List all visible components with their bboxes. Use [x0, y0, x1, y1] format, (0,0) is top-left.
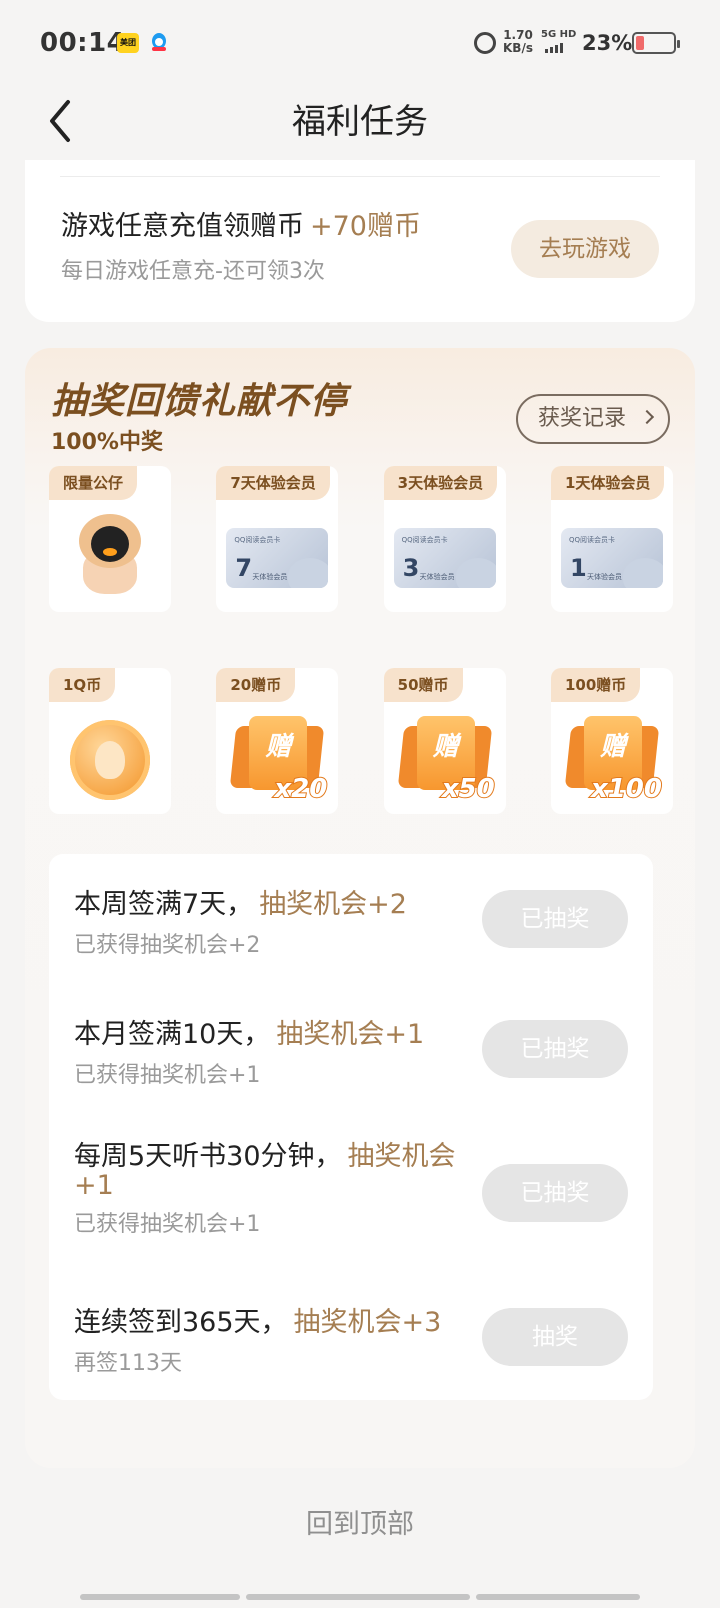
meituan-app-icon: 美团	[117, 33, 139, 53]
prize-item: 3天体验会员 QQ阅读会员卡 3 天体验会员	[383, 466, 506, 612]
prize-record-button[interactable]: 获奖记录	[516, 394, 670, 444]
gift-amount: x100	[590, 773, 663, 805]
vip-card-icon: QQ阅读会员卡 7 天体验会员	[226, 528, 329, 588]
prize-tag: 限量公仔	[49, 466, 138, 500]
lottery-task-list: 本周签满7天， 抽奖机会+2 已获得抽奖机会+2 已抽奖 本月签满10天， 抽奖机会…	[49, 854, 653, 1400]
qq-coin-icon	[70, 720, 150, 800]
page-title: 福利任务	[292, 102, 428, 142]
divider	[60, 176, 660, 177]
speed-unit: KB/s	[503, 41, 533, 55]
back-to-top-link[interactable]: 回到顶部	[0, 1502, 720, 1541]
task-title-text: 本月签满10天，	[74, 1019, 271, 1050]
card-subtitle: 天体验会员	[252, 573, 288, 581]
drawn-button[interactable]: 已抽奖	[482, 1020, 628, 1078]
task-title: 每周5天听书30分钟， 抽奖机会+1	[74, 1142, 474, 1200]
prize-item: 限量公仔	[49, 466, 171, 612]
prize-record-label: 获奖记录	[538, 406, 627, 431]
card-subtitle: 天体验会员	[586, 573, 622, 581]
list-item: 本月签满10天， 抽奖机会+1 已获得抽奖机会+1 已抽奖	[74, 1012, 628, 1088]
card-header: QQ阅读会员卡	[234, 536, 281, 544]
home-indicator	[246, 1594, 470, 1600]
status-bar: 00:14 美团 1.70 KB/s 5G HD 23%	[0, 0, 720, 90]
prize-row: 限量公仔 7天体验会员 QQ阅读会员卡 7 天体验会员 3天体验会员 QQ阅读会…	[49, 466, 673, 612]
prize-item: 1天体验会员 QQ阅读会员卡 1 天体验会员	[550, 466, 673, 612]
status-time: 00:14	[40, 28, 126, 58]
qq-app-icon	[152, 33, 166, 51]
lottery-card: 抽奖回馈礼献不停 100%中奖 获奖记录 限量公仔 7天体验会员 QQ阅读会员卡…	[25, 348, 695, 1468]
chevron-right-icon	[639, 409, 655, 425]
prize-tag: 100赠币	[550, 668, 641, 702]
prize-tag: 1天体验会员	[550, 466, 665, 500]
card-header: QQ阅读会员卡	[568, 536, 616, 544]
drawn-button[interactable]: 已抽奖	[482, 890, 628, 948]
signal-icon	[545, 43, 563, 53]
list-item: 连续签到365天， 抽奖机会+3 再签113天 抽奖	[74, 1300, 628, 1376]
gift-coin-icon: 赠 x50	[395, 716, 496, 805]
card-number: 1	[569, 554, 587, 582]
home-indicator	[476, 1594, 640, 1600]
list-item: 本周签满7天， 抽奖机会+2 已获得抽奖机会+2 已抽奖	[74, 882, 628, 958]
prize-item: 7天体验会员 QQ阅读会员卡 7 天体验会员	[216, 466, 339, 612]
card-subtitle: 天体验会员	[419, 573, 455, 581]
play-game-button[interactable]: 去玩游戏	[511, 220, 659, 278]
battery-percent: 23%	[582, 31, 633, 55]
battery-icon	[632, 32, 680, 54]
card-header: QQ阅读会员卡	[401, 536, 448, 544]
list-item: 每周5天听书30分钟， 抽奖机会+1 已获得抽奖机会+1 已抽奖	[74, 1142, 628, 1242]
task-title-text: 每周5天听书30分钟，	[74, 1141, 342, 1172]
draw-button[interactable]: 抽奖	[482, 1308, 628, 1366]
prize-row: 1Q币 20赠币 赠 x20 50赠币 赠 x50 100赠币 赠 x100	[49, 668, 673, 814]
prize-item: 20赠币 赠 x20	[216, 668, 339, 814]
lottery-subtitle: 100%中奖	[51, 430, 163, 455]
task-reward: 抽奖机会+1	[276, 1019, 425, 1050]
prize-tag: 50赠币	[383, 668, 463, 702]
card-number: 3	[402, 554, 420, 582]
task-title: 游戏任意充值领赠币 +70赠币	[61, 204, 421, 243]
drawn-button[interactable]: 已抽奖	[482, 1164, 628, 1222]
prize-tag: 1Q币	[49, 668, 116, 702]
task-reward: 抽奖机会+2	[259, 889, 407, 920]
prize-item: 50赠币 赠 x50	[383, 668, 506, 814]
prize-tag: 7天体验会员	[216, 466, 330, 500]
vip-card-icon: QQ阅读会员卡 1 天体验会员	[560, 528, 663, 588]
prize-tag: 20赠币	[216, 668, 296, 702]
gift-coin-icon: 赠 x20	[227, 716, 328, 805]
card-number: 7	[235, 554, 253, 582]
lottery-title: 抽奖回馈礼献不停	[51, 381, 348, 422]
prize-item: 100赠币 赠 x100	[550, 668, 673, 814]
alarm-icon	[474, 32, 496, 54]
vip-card-icon: QQ阅读会员卡 3 天体验会员	[393, 528, 496, 588]
gift-coin-icon: 赠 x100	[562, 716, 663, 805]
task-title-text: 本周签满7天，	[74, 889, 254, 920]
battery-fill	[636, 36, 644, 50]
gift-amount: x20	[273, 773, 328, 805]
game-task-card: 游戏任意充值领赠币 +70赠币 每日游戏任意充-还可领3次 去玩游戏	[25, 160, 695, 322]
prize-tag: 3天体验会员	[383, 466, 498, 500]
home-indicator	[80, 1594, 240, 1600]
task-reward: 抽奖机会+3	[293, 1307, 442, 1338]
network-type: 5G HD	[541, 29, 577, 40]
game-task: 游戏任意充值领赠币 +70赠币 每日游戏任意充-还可领3次	[61, 204, 421, 285]
prize-item: 1Q币	[49, 668, 171, 814]
task-title-text: 游戏任意充值领赠币	[61, 211, 304, 242]
gift-amount: x50	[441, 773, 496, 805]
task-reward: +70赠币	[310, 211, 421, 242]
task-subtitle: 每日游戏任意充-还可领3次	[61, 259, 325, 284]
network-speed: 1.70 KB/s	[503, 29, 533, 55]
penguin-doll-icon	[75, 514, 145, 602]
task-title-text: 连续签到365天，	[74, 1307, 288, 1338]
nav-bar: 福利任务	[0, 90, 720, 160]
